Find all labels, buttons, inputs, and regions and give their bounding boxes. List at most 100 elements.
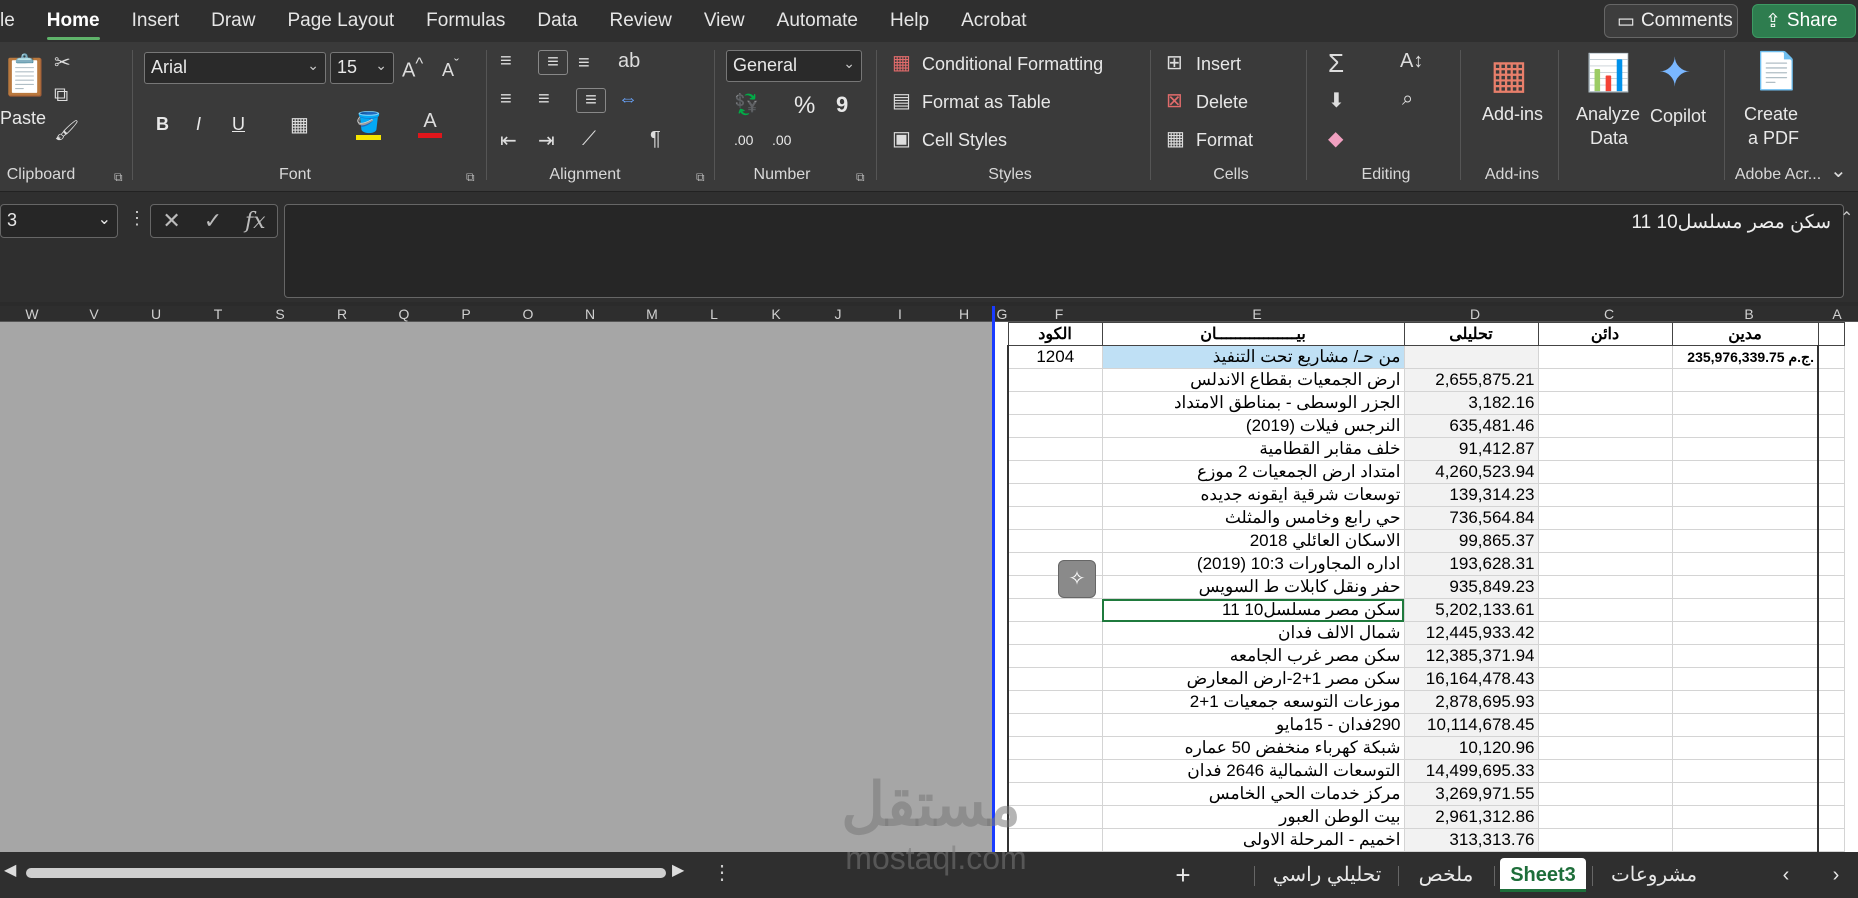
tab-analytic-vertical[interactable]: تحليلي راسي <box>1262 858 1392 892</box>
rtl-icon[interactable]: ¶ <box>650 128 661 151</box>
column-header[interactable]: H <box>944 306 984 322</box>
cell[interactable] <box>1817 667 1845 691</box>
spreadsheet-grid[interactable]: الكود بيـــــــــــــــــان تحليلى دائن … <box>995 322 1858 852</box>
add-ins-icon[interactable]: ▦ <box>1490 52 1528 98</box>
fill-color-icon[interactable]: 🪣 <box>356 110 381 140</box>
credit-cell[interactable] <box>1537 552 1673 576</box>
credit-cell[interactable] <box>1537 805 1673 829</box>
code-cell[interactable] <box>1007 414 1103 438</box>
column-header[interactable]: E <box>1106 306 1408 322</box>
code-cell[interactable] <box>1007 667 1103 691</box>
cell[interactable] <box>1817 759 1845 783</box>
more-options-icon[interactable]: ⋮ <box>712 860 732 885</box>
sort-filter-icon[interactable]: A↕ <box>1400 50 1423 73</box>
font-launcher-icon[interactable]: ⧉ <box>466 170 475 185</box>
indent-decrease-icon[interactable]: ⇤ <box>500 128 517 153</box>
decrease-decimal-button[interactable]: .00 <box>772 132 791 148</box>
tab-summary[interactable]: ملخص <box>1406 858 1486 892</box>
code-cell[interactable] <box>1007 690 1103 714</box>
analytic-cell[interactable]: 10,120.96 <box>1403 736 1539 760</box>
format-as-table-icon[interactable]: ▤ <box>892 88 911 113</box>
cell[interactable] <box>1817 506 1845 530</box>
cell[interactable] <box>1817 621 1845 645</box>
header-code[interactable]: الكود <box>1007 322 1103 346</box>
debit-cell[interactable] <box>1671 805 1819 829</box>
code-cell[interactable]: 1204 <box>1007 345 1103 369</box>
code-cell[interactable] <box>1007 644 1103 668</box>
borders-icon[interactable]: ▦ <box>290 112 309 137</box>
scroll-right-icon[interactable]: ▶ <box>672 860 684 880</box>
analytic-cell[interactable]: 2,961,312.86 <box>1403 805 1539 829</box>
percent-button[interactable]: % <box>794 92 815 120</box>
debit-cell[interactable] <box>1671 644 1819 668</box>
cell[interactable] <box>1817 322 1845 346</box>
cell[interactable] <box>1817 598 1845 622</box>
menu-review[interactable]: Review <box>594 0 688 42</box>
analyze-data-line1[interactable]: Analyze <box>1576 104 1640 125</box>
cell[interactable] <box>1817 483 1845 507</box>
analytic-cell[interactable]: 3,182.16 <box>1403 391 1539 415</box>
credit-cell[interactable] <box>1537 713 1673 737</box>
credit-cell[interactable] <box>1537 782 1673 806</box>
debit-cell[interactable] <box>1671 529 1819 553</box>
menu-draw[interactable]: Draw <box>195 0 271 42</box>
confirm-icon[interactable]: ✓ <box>204 208 222 234</box>
font-color-icon[interactable]: A <box>418 110 442 138</box>
format-cells-icon[interactable]: ▦ <box>1166 126 1185 151</box>
code-cell[interactable] <box>1007 391 1103 415</box>
code-cell[interactable] <box>1007 483 1103 507</box>
cell-styles-icon[interactable]: ▣ <box>892 126 911 151</box>
decrease-font-icon[interactable]: Aˇ <box>442 56 459 81</box>
cell[interactable] <box>1817 736 1845 760</box>
name-box[interactable]: 3 ⌄ <box>0 204 118 238</box>
debit-cell[interactable] <box>1671 506 1819 530</box>
cell[interactable] <box>1817 575 1845 599</box>
debit-cell[interactable] <box>1671 368 1819 392</box>
statement-cell[interactable]: 290فدان - 15مايو <box>1101 713 1405 737</box>
debit-cell[interactable]: 235,976,339.75 ج.م. <box>1671 345 1819 369</box>
debit-cell[interactable] <box>1671 483 1819 507</box>
statement-cell-selected[interactable]: سكن مصر مسلسل10 11 <box>1101 598 1405 622</box>
debit-cell[interactable] <box>1671 437 1819 461</box>
debit-cell[interactable] <box>1671 828 1819 852</box>
statement-cell[interactable]: حفر ونقل كابلات ط السويس <box>1101 575 1405 599</box>
statement-cell[interactable]: اداره المجاورات 10:3 (2019) <box>1101 552 1405 576</box>
statement-cell[interactable]: ارض الجمعيات بقطاع الاندلس <box>1101 368 1405 392</box>
credit-cell[interactable] <box>1537 759 1673 783</box>
column-header[interactable]: W <box>12 306 52 322</box>
orientation-icon[interactable]: ab <box>618 50 640 73</box>
debit-cell[interactable] <box>1671 621 1819 645</box>
analytic-cell[interactable]: 12,445,933.42 <box>1403 621 1539 645</box>
cell[interactable] <box>1817 552 1845 576</box>
cell[interactable] <box>1817 437 1845 461</box>
credit-cell[interactable] <box>1537 437 1673 461</box>
format-cells-button[interactable]: Format <box>1196 130 1253 151</box>
paste-button[interactable]: Paste <box>0 108 46 129</box>
debit-cell[interactable] <box>1671 736 1819 760</box>
debit-cell[interactable] <box>1671 414 1819 438</box>
horizontal-scrollbar[interactable] <box>26 868 666 878</box>
credit-cell[interactable] <box>1537 736 1673 760</box>
align-middle-icon[interactable]: ≡ <box>538 50 568 75</box>
header-statement[interactable]: بيـــــــــــــــــان <box>1101 322 1405 346</box>
copilot-button[interactable]: Copilot <box>1650 106 1706 127</box>
delete-cells-button[interactable]: Delete <box>1196 92 1248 113</box>
increase-font-icon[interactable]: A^ <box>402 54 423 83</box>
code-cell[interactable] <box>1007 598 1103 622</box>
column-header[interactable]: T <box>198 306 238 322</box>
statement-cell[interactable]: من حـ/ مشاريع تحت التنفيذ <box>1101 345 1405 369</box>
column-header[interactable]: N <box>570 306 610 322</box>
analytic-cell[interactable] <box>1403 345 1539 369</box>
statement-cell[interactable]: توسعات شرقية ايقونه جديده <box>1101 483 1405 507</box>
share-button[interactable]: ⇪ Share <box>1752 4 1856 38</box>
analytic-cell[interactable]: 5,202,133.61 <box>1403 598 1539 622</box>
copy-icon[interactable]: ⧉ <box>54 84 68 107</box>
statement-cell[interactable]: التوسعات الشمالية 2646 فدان <box>1101 759 1405 783</box>
analytic-cell[interactable]: 91,412.87 <box>1403 437 1539 461</box>
credit-cell[interactable] <box>1537 621 1673 645</box>
code-cell[interactable] <box>1007 460 1103 484</box>
debit-cell[interactable] <box>1671 460 1819 484</box>
statement-cell[interactable]: سكن مصر 1+2-ارض المعارض <box>1101 667 1405 691</box>
analyze-data-line2[interactable]: Data <box>1590 128 1628 149</box>
add-ins-button[interactable]: Add-ins <box>1482 104 1543 125</box>
